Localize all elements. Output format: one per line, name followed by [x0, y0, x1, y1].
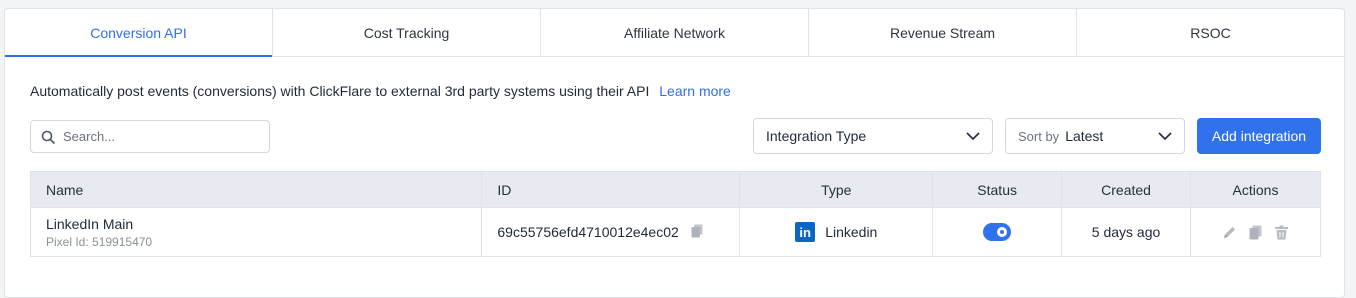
search-box[interactable]: [30, 120, 270, 153]
edit-icon[interactable]: [1222, 225, 1237, 240]
integration-id: 69c55756efd4710012e4ec02: [497, 224, 679, 240]
cell-created: 5 days ago: [1061, 207, 1191, 257]
page-description: Automatically post events (conversions) …: [30, 83, 731, 99]
table-row: LinkedIn Main Pixel Id: 519915470 69c557…: [29, 207, 1321, 257]
cell-name: LinkedIn Main Pixel Id: 519915470: [29, 207, 483, 257]
column-header-name[interactable]: Name: [29, 171, 483, 208]
tab-bar: Conversion API Cost Tracking Affiliate N…: [5, 9, 1344, 57]
chevron-down-icon: [966, 131, 980, 140]
cell-type: in Linkedin: [739, 207, 934, 257]
column-header-created[interactable]: Created: [1061, 171, 1191, 208]
column-header-id[interactable]: ID: [481, 171, 741, 208]
learn-more-link[interactable]: Learn more: [659, 83, 731, 99]
cell-actions: [1190, 207, 1321, 257]
tab-cost-tracking[interactable]: Cost Tracking: [273, 9, 541, 56]
tab-rsoc[interactable]: RSOC: [1077, 9, 1344, 56]
tab-affiliate-network[interactable]: Affiliate Network: [541, 9, 809, 56]
cell-id: 69c55756efd4710012e4ec02: [481, 207, 741, 257]
integration-type-value: Integration Type: [766, 128, 867, 144]
search-icon: [41, 130, 55, 144]
trash-icon[interactable]: [1274, 225, 1289, 240]
column-header-type[interactable]: Type: [739, 171, 934, 208]
cell-status: [932, 207, 1063, 257]
table-header-row: Name ID Type Status Created Actions: [29, 171, 1321, 208]
created-date: 5 days ago: [1091, 224, 1161, 240]
integration-name: LinkedIn Main: [46, 215, 134, 232]
integrations-table: Name ID Type Status Created Actions Link…: [29, 171, 1321, 257]
linkedin-icon: in: [795, 222, 816, 242]
search-input[interactable]: [63, 129, 253, 144]
add-integration-button[interactable]: Add integration: [1197, 118, 1321, 154]
status-toggle[interactable]: [983, 223, 1012, 242]
column-header-status[interactable]: Status: [932, 171, 1063, 208]
tab-conversion-api[interactable]: Conversion API: [5, 9, 273, 57]
sort-prefix-label: Sort by: [1018, 129, 1060, 144]
integration-type-select[interactable]: Integration Type: [753, 118, 993, 154]
integrations-card: Conversion API Cost Tracking Affiliate N…: [4, 8, 1345, 298]
copy-id-icon[interactable]: [691, 224, 703, 241]
pixel-id: Pixel Id: 519915470: [46, 234, 153, 249]
tab-revenue-stream[interactable]: Revenue Stream: [809, 9, 1077, 56]
chevron-down-icon: [1158, 131, 1172, 140]
sort-select[interactable]: Sort by Latest: [1005, 118, 1185, 154]
integration-type: Linkedin: [825, 224, 878, 240]
description-text: Automatically post events (conversions) …: [30, 83, 650, 99]
column-header-actions: Actions: [1190, 171, 1321, 208]
sort-value: Latest: [1065, 128, 1104, 144]
copy-icon[interactable]: [1249, 225, 1262, 240]
